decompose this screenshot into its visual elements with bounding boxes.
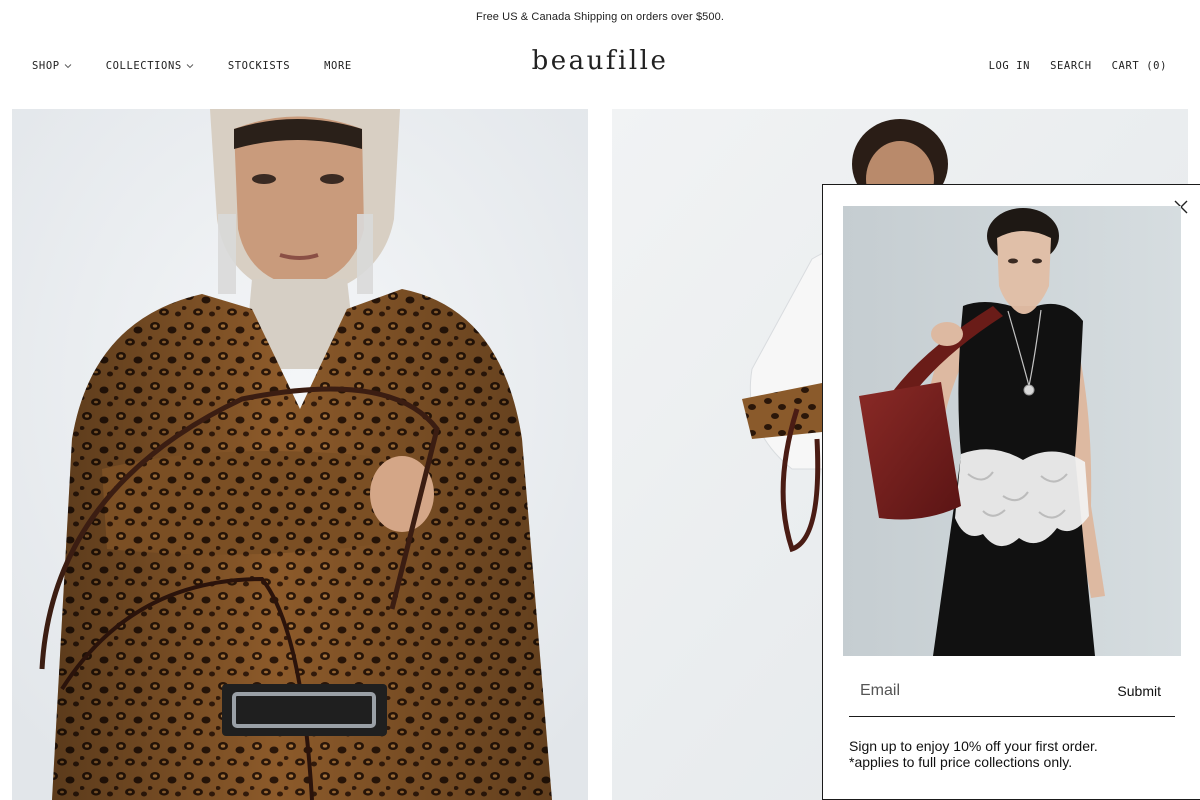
email-field[interactable] <box>849 670 1108 711</box>
announcement-text: Free US & Canada Shipping on orders over… <box>476 11 724 23</box>
brand-logo[interactable]: beaufille <box>532 46 669 76</box>
submit-button[interactable]: Submit <box>1107 671 1175 711</box>
black-lace-dress-model-image <box>843 206 1181 656</box>
newsletter-popup: Submit Sign up to enjoy 10% off your fir… <box>822 184 1200 800</box>
chevron-down-icon <box>186 64 194 69</box>
offer-disclaimer: *applies to full price collections only. <box>849 754 1073 770</box>
nav-stockists-label: STOCKISTS <box>227 60 291 72</box>
nav-collections-label: COLLECTIONS <box>105 60 182 72</box>
nav-more-label: MORE <box>324 60 352 72</box>
leopard-coat-model-image <box>12 109 588 800</box>
utility-nav: LOG IN SEARCH CART (0) <box>969 34 1167 98</box>
nav-shop[interactable]: SHOP <box>32 60 72 72</box>
newsletter-form: Submit <box>849 665 1175 717</box>
popup-offer-text: Sign up to enjoy 10% off your first orde… <box>849 738 1189 770</box>
nav-shop-label: SHOP <box>32 60 60 72</box>
cart-link[interactable]: CART (0) <box>1112 60 1167 72</box>
nav-more[interactable]: MORE <box>324 60 352 72</box>
chevron-down-icon <box>64 64 72 69</box>
nav-stockists[interactable]: STOCKISTS <box>228 60 290 72</box>
primary-nav: SHOP COLLECTIONS STOCKISTS MORE <box>32 34 386 98</box>
login-link[interactable]: LOG IN <box>989 60 1031 72</box>
nav-collections[interactable]: COLLECTIONS <box>106 60 194 72</box>
popup-image <box>843 206 1181 656</box>
site-header: SHOP COLLECTIONS STOCKISTS MORE beaufill… <box>0 34 1200 98</box>
announcement-bar: Free US & Canada Shipping on orders over… <box>0 0 1200 34</box>
offer-line: Sign up to enjoy 10% off your first orde… <box>849 738 1098 754</box>
search-link[interactable]: SEARCH <box>1050 60 1092 72</box>
hero-image-left[interactable] <box>12 109 588 800</box>
